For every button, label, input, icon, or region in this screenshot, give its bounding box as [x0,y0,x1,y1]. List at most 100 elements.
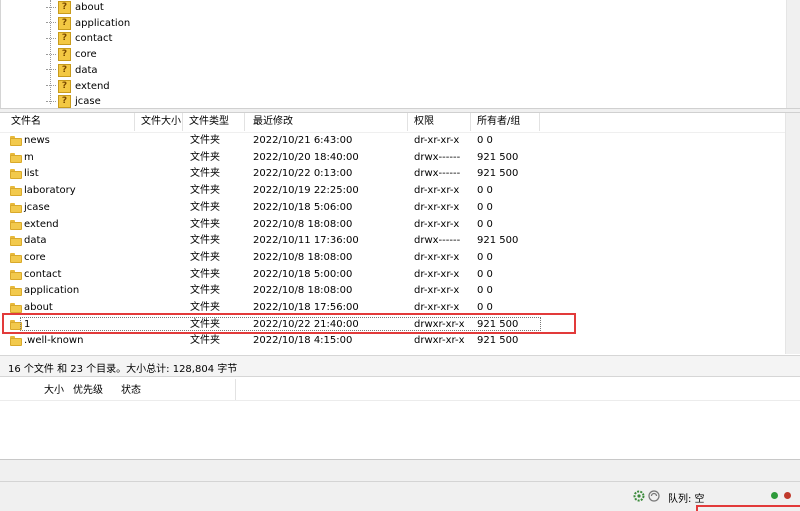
file-name: .well-known [24,335,84,347]
tree-connector [46,22,56,24]
queue-header-status[interactable]: 状态 [121,383,141,399]
folder-icon [10,286,22,297]
file-owner: 0 0 [477,185,493,197]
file-row[interactable]: application 文件夹 2022/10/8 18:08:00 dr-xr-xr… [0,283,786,299]
remote-directory-tree: ? about? application? contact? core? data? ext… [0,0,800,108]
column-header-modified[interactable]: 最近修改 [245,113,408,131]
file-name: news [24,135,50,146]
file-owner: 921 500 [477,168,519,180]
file-row[interactable]: about 文件夹 2022/10/18 17:56:00 dr-xr-xr-x 0 0 [0,300,786,316]
queue-header-priority[interactable]: 优先级 [73,383,103,399]
tree-item[interactable]: ? about [46,0,104,15]
tree-scrollbar[interactable] [786,0,800,108]
file-modified: 2022/10/18 17:56:00 [253,302,359,313]
tree-item[interactable]: ? extend [46,79,110,94]
file-modified: 2022/10/8 18:08:00 [253,251,353,263]
tree-item[interactable]: ? core [46,47,97,62]
file-name: jcase [24,201,50,213]
queue-status-label: 队列: 空 [668,494,705,505]
tree-item-label: extend [75,80,110,92]
file-owner: 0 0 [477,218,493,230]
tree-item[interactable]: ? contact [46,31,112,46]
unknown-folder-icon: ? [58,1,71,14]
tree-connector [46,53,56,56]
remote-file-list: 文件名 文件大小 文件类型 最近修改 权限 所有者/组 news 文件夹 2022/… [0,113,800,354]
file-perms: dr-xr-xr-x [414,201,460,213]
file-type: 文件夹 [190,168,220,180]
file-modified: 2022/10/18 5:06:00 [253,201,353,213]
file-row[interactable]: extend 文件夹 2022/10/8 18:08:00 dr-xr-xr-x 0 0 [0,217,786,233]
column-header-owner[interactable]: 所有者/组 [471,113,540,131]
file-type: 文件夹 [190,251,220,263]
folder-icon [10,269,22,280]
file-list-scrollbar[interactable] [785,113,800,354]
queue-tab-strip [0,459,800,482]
unknown-folder-icon: ? [58,79,71,93]
tree-item-label: about [75,2,104,13]
column-header-permissions[interactable]: 权限 [408,113,471,131]
column-header-filesize[interactable]: 文件大小 [135,113,183,131]
file-name: application [24,285,80,297]
file-row[interactable]: jcase 文件夹 2022/10/18 5:06:00 dr-xr-xr-x 0 0 [0,200,786,216]
file-modified: 2022/10/21 6:43:00 [253,135,353,146]
gear-icon[interactable] [633,490,645,502]
queue-column-separator [235,379,236,401]
unknown-folder-icon: ? [58,48,71,62]
folder-icon [10,236,22,247]
transfer-queue: 大小 优先级 状态 [0,377,800,459]
file-perms: dr-xr-xr-x [414,285,460,297]
folder-icon [10,252,22,263]
file-type: 文件夹 [190,335,220,347]
file-type: 文件夹 [190,201,220,213]
column-header-filetype[interactable]: 文件类型 [183,113,245,131]
queue-header-size[interactable]: 大小 [44,383,64,399]
file-modified: 2022/10/19 22:25:00 [253,185,359,197]
folder-icon [10,303,22,313]
folder-icon [10,186,22,197]
file-name: core [24,251,46,263]
file-type: 文件夹 [190,302,220,313]
file-owner: 0 0 [477,268,493,280]
file-owner: 921 500 [477,151,519,163]
unknown-folder-icon: ? [58,16,71,30]
file-name: extend [24,218,59,230]
online-indicator-icon [771,492,778,499]
file-perms: drwxr-xr-x [414,335,465,347]
file-modified: 2022/10/8 18:08:00 [253,285,353,297]
tree-item[interactable]: ? jcase [46,94,101,108]
file-modified: 2022/10/22 0:13:00 [253,168,353,180]
tree-item[interactable]: ? data [46,63,98,78]
file-row[interactable]: core 文件夹 2022/10/8 18:08:00 dr-xr-xr-x 0 0 [0,250,786,266]
file-row[interactable]: news 文件夹 2022/10/21 6:43:00 dr-xr-xr-x 0 0 [0,133,786,149]
offline-indicator-icon [784,492,791,499]
file-modified: 2022/10/8 18:08:00 [253,218,353,230]
tree-item-label: contact [75,33,113,45]
file-owner: 0 0 [477,251,493,263]
file-row[interactable]: contact 文件夹 2022/10/18 5:00:00 dr-xr-xr-x 0 … [0,267,786,283]
file-owner: 921 500 [477,235,519,247]
tree-connector [46,69,56,71]
tree-connector [46,6,56,9]
column-header-filename[interactable]: 文件名 [7,113,135,131]
file-row[interactable]: .well-known 文件夹 2022/10/18 4:15:00 drwxr-xr… [0,333,786,349]
tree-item-label: data [75,64,98,76]
file-row[interactable]: list 文件夹 2022/10/22 0:13:00 drwx------ 921 5… [0,166,786,182]
sync-icon[interactable] [648,490,660,502]
file-name: data [24,235,47,247]
file-perms: drwx------ [414,235,461,247]
tree-item[interactable]: ? application [46,16,130,31]
file-type: 文件夹 [190,151,220,163]
folder-icon [10,169,22,180]
file-owner: 0 0 [477,285,493,297]
tree-item-label: core [75,49,97,61]
file-perms: dr-xr-xr-x [414,135,460,146]
file-perms: drwx------ [414,151,461,163]
file-row[interactable]: data 文件夹 2022/10/11 17:36:00 drwx------ 921 … [0,233,786,249]
folder-icon [10,136,22,146]
file-row[interactable]: m 文件夹 2022/10/20 18:40:00 drwx------ 921 500 [0,150,786,166]
file-type: 文件夹 [190,285,220,297]
bottom-status-bar: 队列: 空 [0,482,800,511]
file-row[interactable]: laboratory 文件夹 2022/10/19 22:25:00 dr-xr-xr… [0,183,786,199]
file-type: 文件夹 [190,268,220,280]
file-type: 文件夹 [190,235,220,247]
